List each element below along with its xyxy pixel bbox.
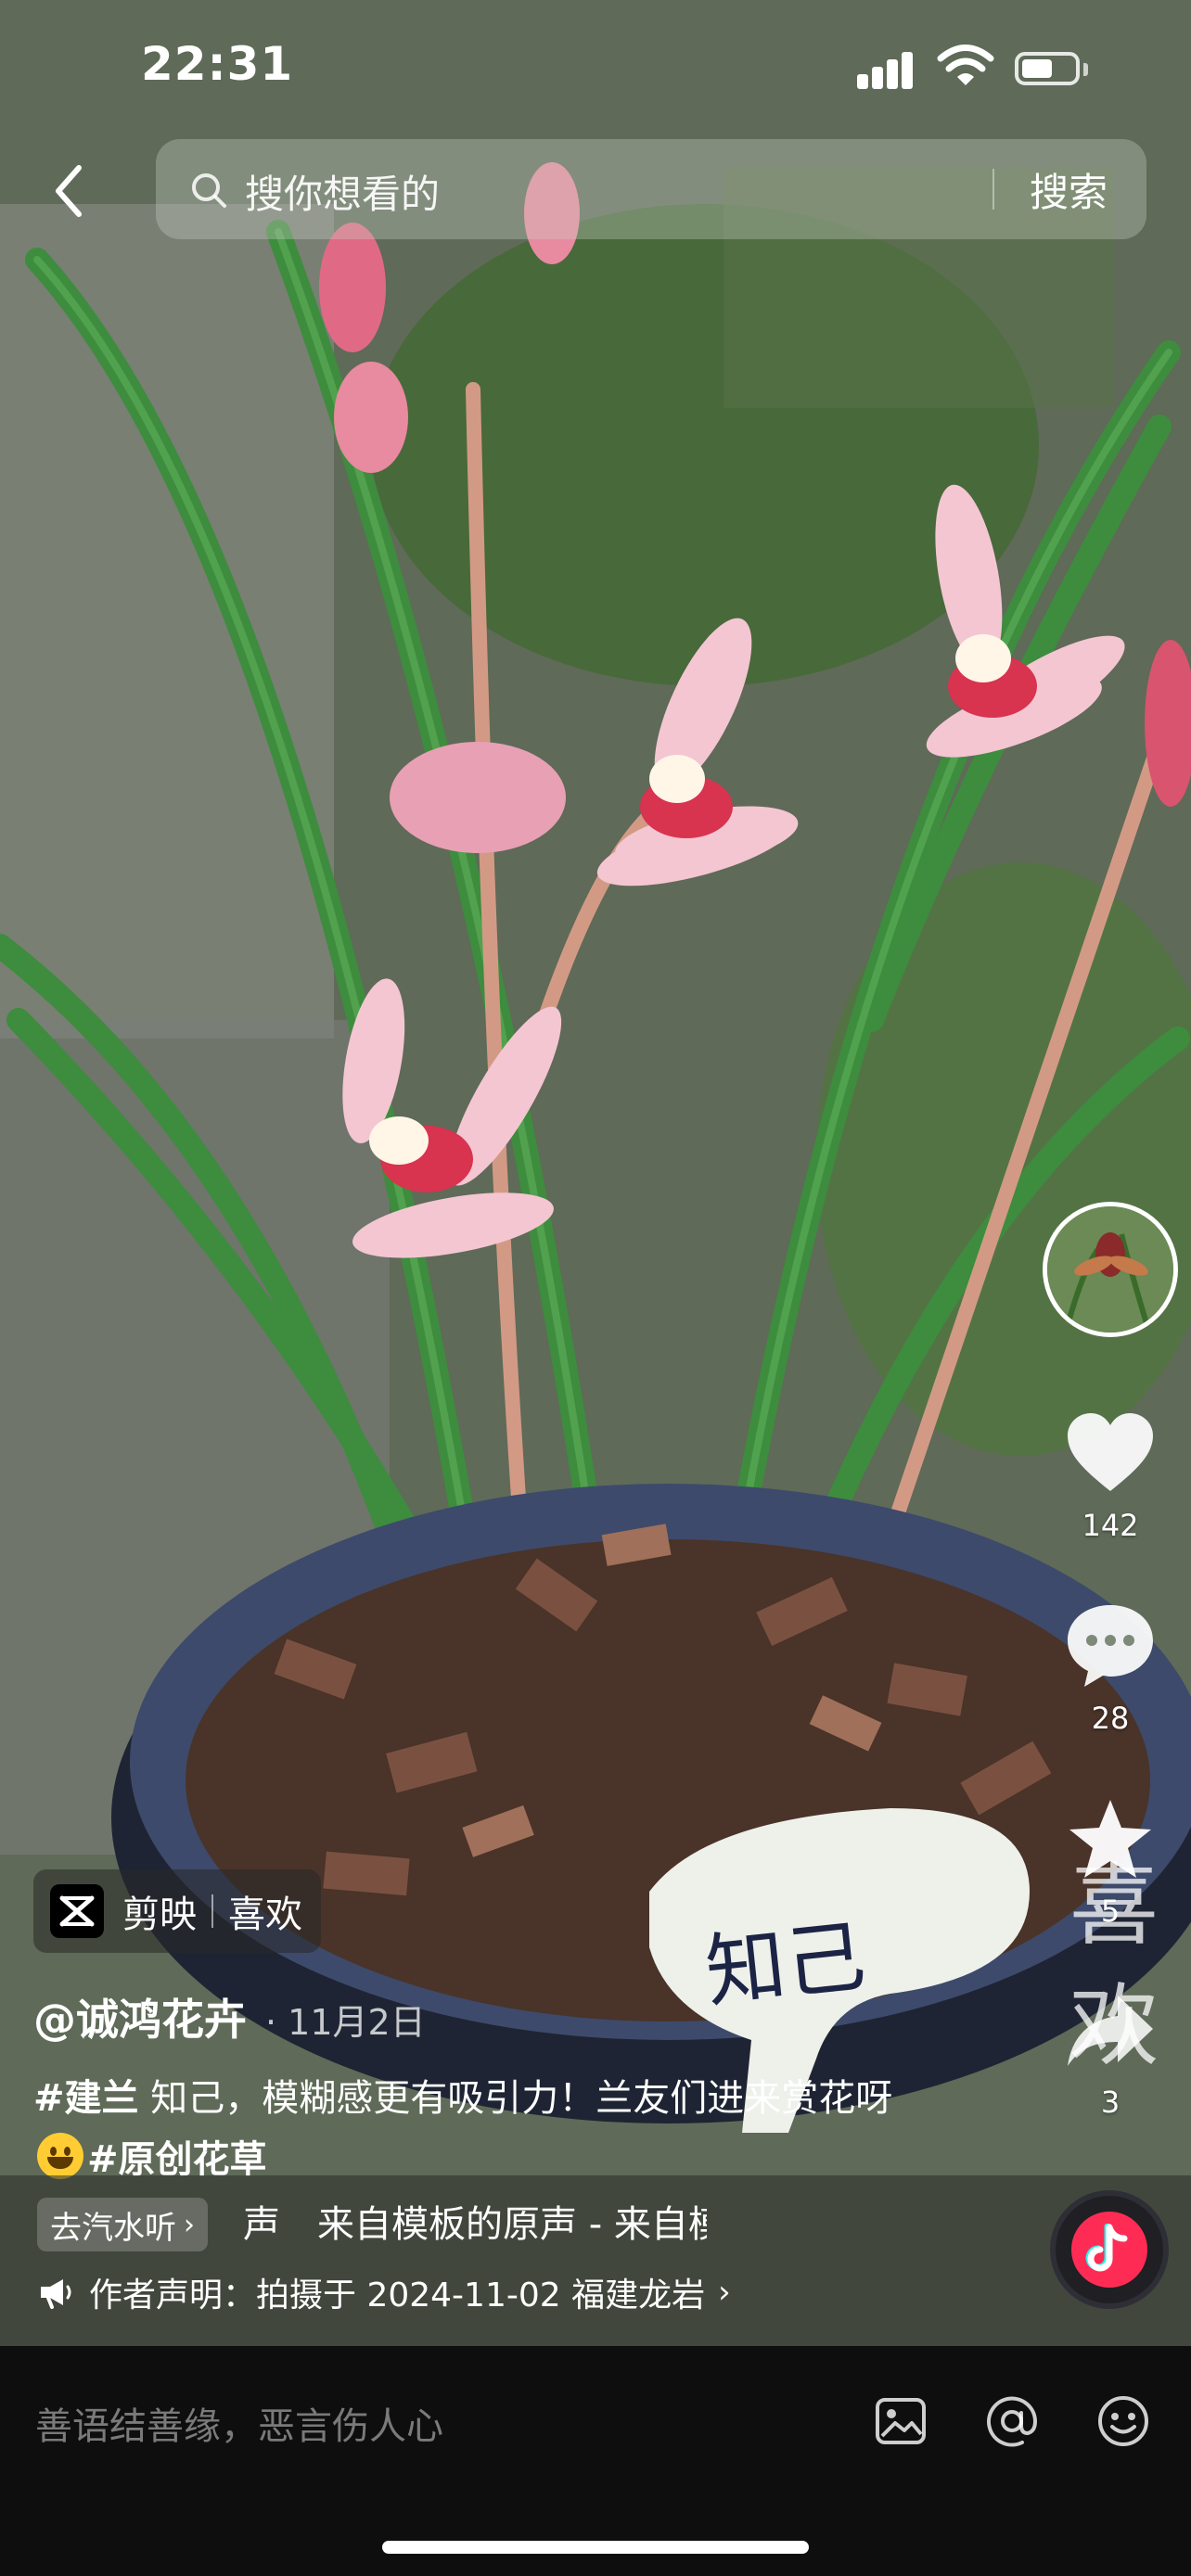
author-statement[interactable]: 作者声明：拍摄于 2024-11-02 福建龙岩 › bbox=[37, 2268, 731, 2316]
chevron-left-icon bbox=[56, 165, 82, 217]
wifi-icon bbox=[937, 45, 994, 85]
smiley-face-icon bbox=[1098, 2396, 1148, 2446]
chevron-right-icon: › bbox=[184, 2208, 195, 2241]
author-name[interactable]: @诚鸿花卉 bbox=[33, 1986, 247, 2047]
avatar-image bbox=[1047, 1206, 1173, 1333]
battery-icon bbox=[1015, 52, 1080, 85]
mention-button[interactable] bbox=[983, 2392, 1041, 2450]
qishui-music-chip[interactable]: 去汽水听 › bbox=[37, 2198, 208, 2251]
comment-input[interactable]: 善语结善缘，恶言伤人心 bbox=[35, 2396, 443, 2450]
capcut-logo-icon bbox=[50, 1884, 104, 1938]
search-button[interactable]: 搜索 bbox=[1030, 161, 1108, 218]
hashtag-link[interactable]: #建兰 bbox=[33, 2077, 139, 2120]
author-line: @诚鸿花卉 · 11月2日 bbox=[33, 1986, 426, 2047]
like-count: 142 bbox=[1082, 1508, 1139, 1543]
grinning-emoji-icon bbox=[37, 2133, 83, 2179]
comment-count: 28 bbox=[1091, 1701, 1130, 1736]
status-time: 22:31 bbox=[141, 37, 294, 91]
music-chip-label: 去汽水听 bbox=[50, 2209, 176, 2247]
cellular-signal-icon bbox=[857, 48, 920, 89]
chevron-right-icon: › bbox=[718, 2274, 731, 2311]
status-bar: 22:31 bbox=[0, 0, 1191, 130]
battery-nub bbox=[1083, 63, 1088, 76]
statement-text: 作者声明：拍摄于 2024-11-02 福建龙岩 bbox=[89, 2276, 706, 2315]
plant-label-text: 知己 bbox=[701, 1910, 870, 2020]
music-title[interactable]: 声 来自模板的原声 - 来自模板的原声 bbox=[243, 2196, 707, 2253]
music-disc-button[interactable] bbox=[1050, 2190, 1169, 2309]
post-caption: #建兰 知己，模糊感更有吸引力！兰友们进来赏花呀 #原创花草 bbox=[33, 2068, 942, 2190]
caption-text: 知己，模糊感更有吸引力！兰友们进来赏花呀 bbox=[138, 2077, 893, 2120]
share-count: 3 bbox=[1100, 2085, 1121, 2120]
search-input[interactable]: 搜你想看的 bbox=[245, 163, 440, 220]
image-picker-button[interactable] bbox=[872, 2392, 929, 2450]
post-date: · 11月2日 bbox=[265, 2002, 426, 2043]
megaphone-icon bbox=[41, 2279, 71, 2309]
search-icon bbox=[192, 173, 226, 208]
comment-icon bbox=[1068, 1605, 1153, 1687]
capcut-template-tag[interactable]: 剪映 喜欢 bbox=[33, 1869, 321, 1953]
heart-icon bbox=[1068, 1413, 1153, 1491]
video-watermark-text: 喜欢 bbox=[1069, 1854, 1159, 2078]
image-icon bbox=[876, 2398, 926, 2444]
search-divider bbox=[992, 169, 994, 210]
home-indicator[interactable] bbox=[382, 2541, 809, 2554]
capcut-like-label: 喜欢 bbox=[228, 1894, 302, 1936]
back-button[interactable] bbox=[41, 156, 96, 226]
capcut-app-label: 剪映 bbox=[122, 1894, 197, 1936]
tiktok-note-icon bbox=[1085, 2224, 1128, 2272]
like-button[interactable]: 142 bbox=[1048, 1402, 1172, 1543]
at-sign-icon bbox=[987, 2396, 1038, 2447]
music-info-strip: 去汽水听 › 声 来自模板的原声 - 来自模板的原声 作者声明：拍摄于 2024… bbox=[0, 2175, 1191, 2346]
comment-bar: 善语结善缘，恶言伤人心 bbox=[0, 2346, 1191, 2576]
search-bar[interactable]: 搜你想看的 搜索 bbox=[156, 139, 1146, 239]
comment-button[interactable]: 28 bbox=[1048, 1595, 1172, 1736]
tag-divider bbox=[211, 1894, 213, 1928]
emoji-button[interactable] bbox=[1095, 2392, 1152, 2450]
author-avatar[interactable] bbox=[1043, 1202, 1178, 1337]
